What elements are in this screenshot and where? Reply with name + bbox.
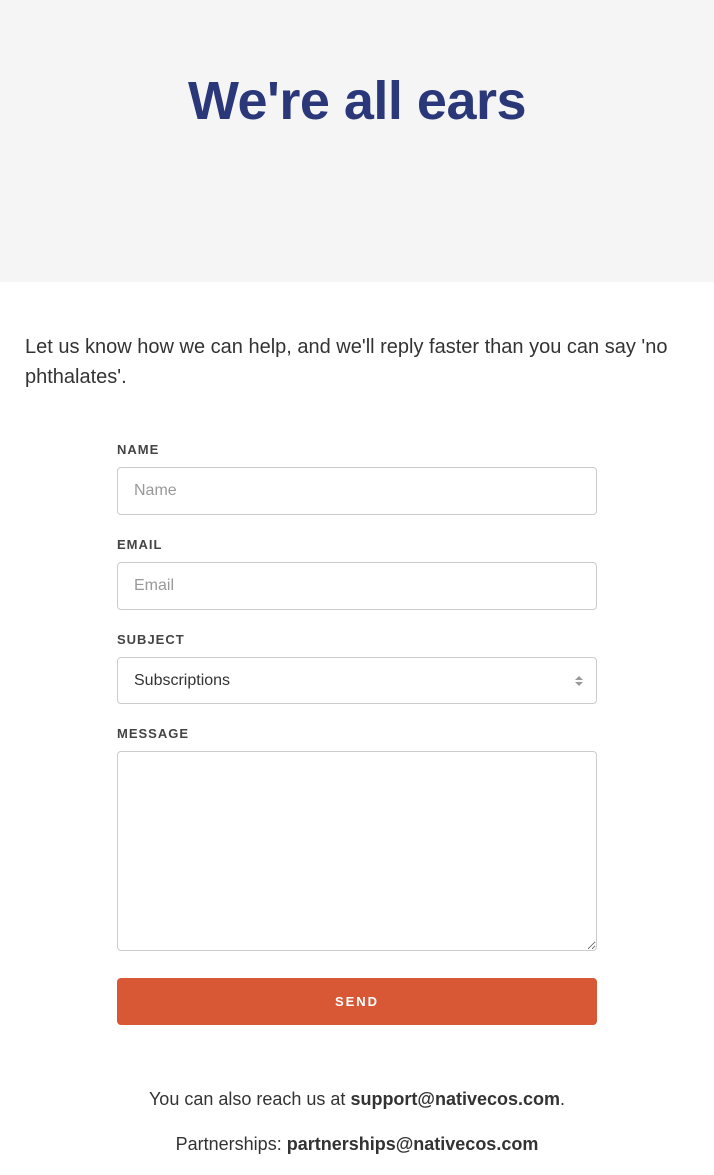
content-section: Let us know how we can help, and we'll r… [0, 332, 714, 1159]
contact-form: NAME EMAIL SUBJECT Subscriptions MESSAGE [117, 442, 597, 1159]
email-input[interactable] [117, 562, 597, 610]
partnerships-line: Partnerships: partnerships@nativecos.com [117, 1130, 597, 1159]
footer-text: You can also reach us at support@nativec… [117, 1085, 597, 1159]
name-group: NAME [117, 442, 597, 515]
name-input[interactable] [117, 467, 597, 515]
email-label: EMAIL [117, 537, 597, 552]
intro-text: Let us know how we can help, and we'll r… [25, 332, 689, 392]
select-wrapper: Subscriptions [117, 657, 597, 704]
hero-section: We're all ears [0, 0, 714, 282]
name-label: NAME [117, 442, 597, 457]
subject-select[interactable]: Subscriptions [117, 657, 597, 704]
reach-suffix: . [560, 1089, 565, 1109]
subject-group: SUBJECT Subscriptions [117, 632, 597, 704]
reach-prefix: You can also reach us at [149, 1089, 350, 1109]
support-line: You can also reach us at support@nativec… [117, 1085, 597, 1114]
message-group: MESSAGE [117, 726, 597, 956]
subject-label: SUBJECT [117, 632, 597, 647]
message-textarea[interactable] [117, 751, 597, 951]
page-title: We're all ears [20, 70, 694, 132]
partnerships-email-link[interactable]: partnerships@nativecos.com [287, 1134, 539, 1154]
message-label: MESSAGE [117, 726, 597, 741]
send-button[interactable]: SEND [117, 978, 597, 1025]
partnerships-prefix: Partnerships: [176, 1134, 287, 1154]
support-email-link[interactable]: support@nativecos.com [350, 1089, 560, 1109]
email-group: EMAIL [117, 537, 597, 610]
